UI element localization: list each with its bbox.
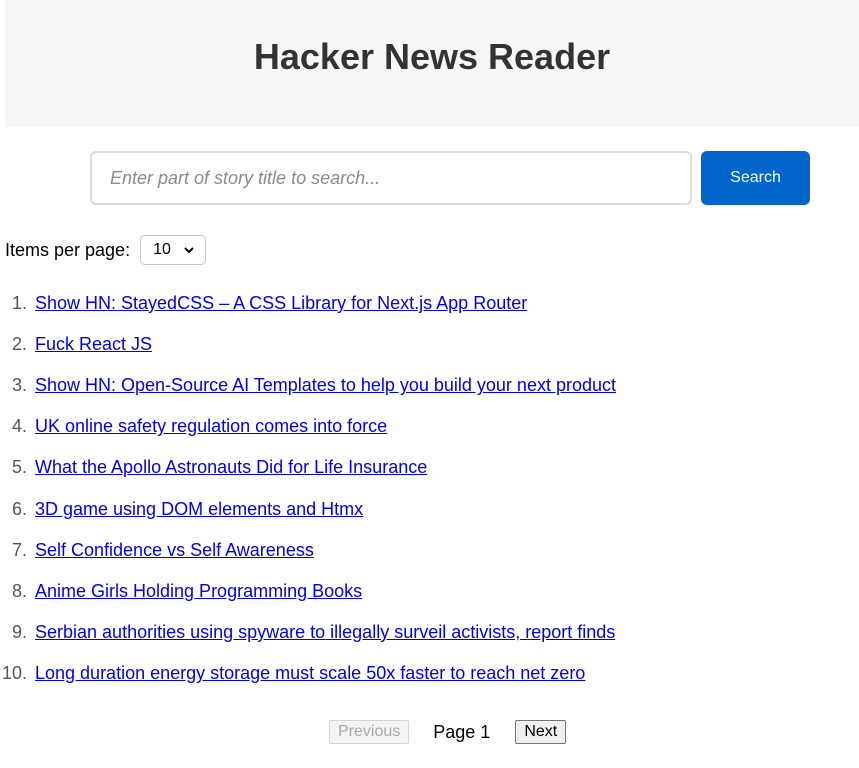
previous-page-button[interactable]: Previous	[329, 720, 410, 744]
story-number: 10.	[1, 662, 27, 683]
list-item: 6. 3D game using DOM elements and Htmx	[0, 488, 616, 529]
story-link[interactable]: Fuck React JS	[35, 334, 152, 355]
story-number: 2.	[11, 334, 27, 355]
list-item: 3. Show HN: Open-Source AI Templates to …	[0, 365, 616, 406]
story-link[interactable]: Long duration energy storage must scale …	[35, 663, 585, 684]
list-item: 7. Self Confidence vs Self Awareness	[0, 530, 616, 571]
story-link[interactable]: 3D game using DOM elements and Htmx	[35, 499, 363, 520]
story-number: 8.	[11, 580, 27, 601]
story-link[interactable]: Show HN: Open-Source AI Templates to hel…	[35, 375, 616, 396]
story-link[interactable]: Self Confidence vs Self Awareness	[35, 540, 314, 561]
chevron-down-icon	[184, 247, 194, 254]
story-number: 1.	[11, 293, 27, 314]
items-per-page-select[interactable]: 10	[140, 235, 207, 265]
story-link[interactable]: Show HN: StayedCSS – A CSS Library for N…	[35, 293, 527, 314]
search-button[interactable]: Search	[701, 151, 810, 205]
story-link[interactable]: UK online safety regulation comes into f…	[35, 416, 387, 437]
pagination: Previous Page 1 Next	[329, 720, 567, 744]
items-per-page-value: 10	[153, 241, 171, 258]
search-input[interactable]	[90, 151, 692, 205]
story-number: 5.	[11, 457, 27, 478]
list-item: 1. Show HN: StayedCSS – A CSS Library fo…	[0, 283, 616, 324]
list-item: 2. Fuck React JS	[0, 324, 616, 365]
page-header: Hacker News Reader	[5, 0, 859, 127]
items-per-page-label: Items per page:	[5, 239, 131, 260]
list-item: 10. Long duration energy storage must sc…	[0, 653, 616, 694]
story-number: 4.	[11, 416, 27, 437]
list-item: 9. Serbian authorities using spyware to …	[0, 612, 616, 653]
next-page-button[interactable]: Next	[515, 720, 567, 744]
story-link[interactable]: Anime Girls Holding Programming Books	[35, 581, 362, 602]
story-number: 3.	[11, 375, 27, 396]
list-item: 5. What the Apollo Astronauts Did for Li…	[0, 447, 616, 488]
story-number: 9.	[11, 621, 27, 642]
story-number: 7.	[11, 539, 27, 560]
page-title: Hacker News Reader	[253, 36, 611, 77]
story-list: 1. Show HN: StayedCSS – A CSS Library fo…	[0, 283, 616, 694]
story-link[interactable]: Serbian authorities using spyware to ill…	[35, 622, 615, 643]
page-indicator: Page 1	[433, 721, 491, 742]
items-per-page-control: Items per page: 10	[5, 235, 207, 265]
list-item: 8. Anime Girls Holding Programming Books	[0, 571, 616, 612]
list-item: 4. UK online safety regulation comes int…	[0, 406, 616, 447]
story-link[interactable]: What the Apollo Astronauts Did for Life …	[35, 457, 427, 478]
story-number: 6.	[11, 498, 27, 519]
